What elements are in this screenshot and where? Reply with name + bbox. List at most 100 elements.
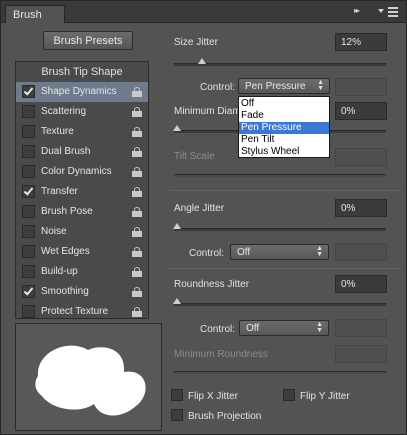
dual-brush-checkbox[interactable] (22, 145, 35, 158)
brush-option-label: Noise (41, 226, 67, 237)
angle-jitter-field[interactable]: 0% (335, 199, 387, 217)
size-jitter-slider[interactable] (174, 58, 386, 66)
color-dynamics-checkbox[interactable] (22, 165, 35, 178)
brush-projection-label: Brush Projection (188, 411, 262, 422)
angle-control-label: Control: (189, 248, 225, 259)
panel-header: Brush ▸▸ (1, 1, 406, 23)
menu-line (388, 11, 398, 13)
size-jitter-field[interactable]: 12% (335, 33, 387, 51)
brush-stroke-preview (15, 323, 162, 431)
dropdown-option-stylus-wheel[interactable]: Stylus Wheel (239, 146, 329, 158)
lock-icon[interactable] (132, 147, 142, 157)
minimum-diameter-label: Minimum Diam (174, 106, 241, 117)
chevron-updown-icon: ▲ ▼ (316, 321, 323, 334)
checkmark-icon (23, 185, 34, 196)
brush-option-label: Shape Dynamics (41, 86, 117, 97)
size-control-label: Control: (200, 82, 236, 93)
lock-icon[interactable] (132, 87, 142, 97)
lock-icon[interactable] (132, 287, 142, 297)
brush-option-dual-brush[interactable]: Dual Brush (16, 142, 148, 162)
size-jitter-label: Size Jitter (174, 37, 218, 48)
transfer-checkbox[interactable] (22, 185, 35, 198)
protect-texture-checkbox[interactable] (22, 305, 35, 318)
minimum-diameter-slider-thumb[interactable] (173, 125, 181, 131)
brush-pose-checkbox[interactable] (22, 205, 35, 218)
tilt-scale-slider (174, 174, 386, 177)
brush-option-label: Scattering (41, 106, 87, 117)
brush-options-list: Brush Tip Shape Shape Dynamics Scattering… (15, 61, 149, 319)
roundness-control-label: Control: (200, 324, 236, 335)
roundness-control-value: Off (246, 323, 260, 334)
size-control-value: Pen Pressure (245, 81, 306, 92)
brush-option-transfer[interactable]: Transfer (16, 182, 148, 202)
lock-icon[interactable] (132, 267, 142, 277)
collapse-panel-icon[interactable]: ▸▸ (354, 6, 372, 18)
roundness-jitter-slider[interactable] (173, 298, 386, 306)
flip-x-jitter-checkbox[interactable] (171, 389, 183, 401)
brush-option-label: Dual Brush (41, 146, 91, 157)
brush-option-texture[interactable]: Texture (16, 122, 148, 142)
brush-option-noise[interactable]: Noise (16, 222, 148, 242)
minimum-diameter-field[interactable]: 0% (335, 102, 387, 120)
control-dropdown-menu[interactable]: Off Fade Pen Pressure Pen Tilt Stylus Wheel (238, 96, 330, 158)
brush-option-brush-pose[interactable]: Brush Pose (16, 202, 148, 222)
dropdown-option-off[interactable]: Off (239, 98, 329, 110)
panel-menu-icon[interactable] (378, 5, 398, 19)
brush-option-color-dynamics[interactable]: Color Dynamics (16, 162, 148, 182)
lock-icon[interactable] (132, 227, 142, 237)
scattering-checkbox[interactable] (22, 105, 35, 118)
minimum-roundness-label: Minimum Roundness (174, 349, 268, 360)
noise-checkbox[interactable] (22, 225, 35, 238)
wet-edges-checkbox[interactable] (22, 245, 35, 258)
menu-line (388, 7, 398, 9)
dropdown-option-fade[interactable]: Fade (239, 110, 329, 122)
brush-option-scattering[interactable]: Scattering (16, 102, 148, 122)
tab-brush[interactable]: Brush (5, 5, 65, 23)
lock-icon[interactable] (132, 167, 142, 177)
brush-tip-shape-item[interactable]: Brush Tip Shape (16, 62, 148, 80)
tilt-scale-field (335, 148, 387, 166)
flip-y-jitter-checkbox[interactable] (283, 389, 295, 401)
size-control-select[interactable]: Pen Pressure ▲ ▼ (238, 78, 330, 94)
roundness-jitter-field[interactable]: 0% (335, 275, 387, 293)
brush-option-label: Build-up (41, 266, 78, 277)
roundness-jitter-slider-thumb[interactable] (173, 298, 181, 304)
angle-control-select[interactable]: Off ▲ ▼ (230, 244, 329, 260)
build-up-checkbox[interactable] (22, 265, 35, 278)
section-divider (169, 190, 401, 191)
roundness-jitter-label: Roundness Jitter (174, 279, 250, 290)
brush-option-label: Brush Pose (41, 206, 93, 217)
brush-option-wet-edges[interactable]: Wet Edges (16, 242, 148, 262)
lock-icon[interactable] (132, 207, 142, 217)
dropdown-option-pen-tilt[interactable]: Pen Tilt (239, 134, 329, 146)
lock-icon[interactable] (132, 307, 142, 317)
brush-option-build-up[interactable]: Build-up (16, 262, 148, 282)
lock-icon[interactable] (132, 107, 142, 117)
brush-projection-checkbox[interactable] (171, 409, 183, 421)
angle-control-value: Off (237, 247, 251, 258)
brush-option-protect-texture[interactable]: Protect Texture (16, 302, 148, 322)
roundness-control-select[interactable]: Off ▲ ▼ (239, 320, 329, 336)
dropdown-option-pen-pressure[interactable]: Pen Pressure (239, 122, 329, 134)
lock-icon[interactable] (132, 247, 142, 257)
texture-checkbox[interactable] (22, 125, 35, 138)
lock-icon[interactable] (132, 187, 142, 197)
section-divider (169, 268, 401, 269)
brush-presets-button[interactable]: Brush Presets (43, 31, 133, 50)
size-jitter-slider-thumb[interactable] (197, 58, 206, 64)
angle-jitter-slider-thumb[interactable] (173, 223, 181, 229)
lock-icon[interactable] (132, 127, 142, 137)
brush-option-shape-dynamics[interactable]: Shape Dynamics (16, 82, 148, 102)
brush-option-label: Texture (41, 126, 74, 137)
shape-dynamics-checkbox[interactable] (22, 85, 35, 98)
brush-option-label: Wet Edges (41, 246, 90, 257)
minimum-roundness-slider (174, 371, 386, 374)
checkmark-icon (23, 85, 34, 96)
angle-jitter-slider[interactable] (173, 223, 386, 231)
brush-stroke-shape (35, 345, 146, 416)
menu-arrow-icon (378, 9, 384, 13)
chevron-updown-icon: ▲ ▼ (317, 79, 324, 92)
smoothing-checkbox[interactable] (22, 285, 35, 298)
brush-option-smoothing[interactable]: Smoothing (16, 282, 148, 302)
flip-x-jitter-label: Flip X Jitter (188, 391, 239, 402)
